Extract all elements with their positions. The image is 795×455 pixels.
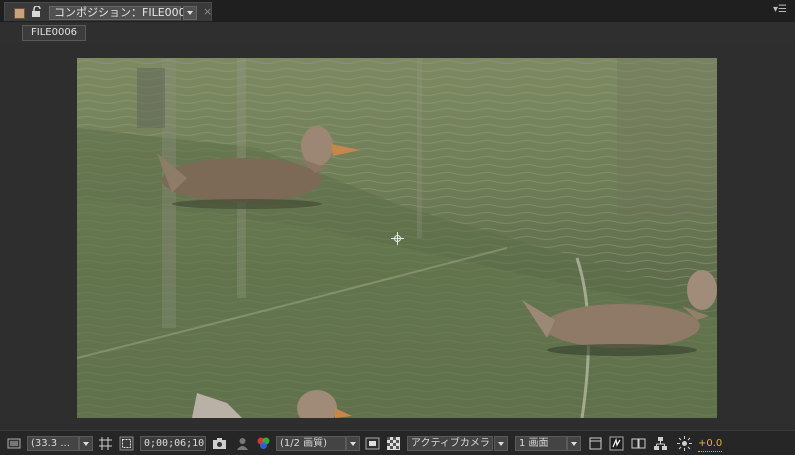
snapshot-icon[interactable]	[212, 436, 227, 451]
panel-menu-icon[interactable]: ▾☰	[773, 5, 787, 15]
label-color-swatch[interactable]	[14, 8, 25, 19]
transparency-grid-icon[interactable]	[386, 436, 401, 451]
show-snapshot-icon[interactable]	[235, 436, 250, 451]
panel-tab-bar: コンポジション：FILE0006 × ▾☰	[0, 0, 795, 23]
tab-title[interactable]: コンポジション：FILE0006	[49, 6, 193, 20]
camera-dropdown[interactable]: アクティブカメラ	[407, 436, 493, 451]
camera-dropdown-arrow-icon[interactable]	[494, 436, 508, 451]
comp-breadcrumb-tab[interactable]: FILE0006	[22, 25, 87, 41]
pixel-aspect-icon[interactable]	[588, 436, 603, 451]
resolution-dropdown[interactable]: (1/2 画質)	[276, 436, 346, 451]
fast-preview-icon[interactable]	[365, 436, 380, 451]
always-preview-icon[interactable]	[7, 436, 22, 451]
exposure-value[interactable]: +0.0	[698, 436, 723, 452]
composition-tab[interactable]: コンポジション：FILE0006 ×	[4, 2, 212, 21]
magnification-dropdown[interactable]: (33.3 ...	[27, 436, 79, 451]
view-layout-dropdown-arrow-icon[interactable]	[567, 436, 581, 451]
view-layout-dropdown[interactable]: 1 画面	[515, 436, 567, 451]
comp-flowchart-icon[interactable]	[631, 436, 646, 451]
region-of-interest-icon[interactable]	[119, 436, 134, 451]
viewer-toolbar: (33.3 ... 0;00;06;10 (1/2 画質) アクティブカメラ 1…	[0, 430, 795, 455]
color-channel-icon[interactable]	[256, 436, 271, 451]
reset-exposure-icon[interactable]	[677, 436, 692, 451]
timeline-icon[interactable]	[609, 436, 624, 451]
resolution-dropdown-arrow-icon[interactable]	[346, 436, 360, 451]
magnification-dropdown-arrow-icon[interactable]	[79, 436, 93, 451]
panel-lock-icon[interactable]	[31, 6, 43, 18]
comp-navigator-bar	[0, 22, 795, 44]
current-time-field[interactable]: 0;00;06;10	[140, 436, 206, 451]
grid-guide-icon[interactable]	[98, 436, 113, 451]
flowchart-icon[interactable]	[653, 436, 668, 451]
close-icon[interactable]: ×	[203, 6, 212, 18]
composition-panel: コンポジション：FILE0006 × ▾☰ FILE0006 (33.3 ...…	[0, 0, 795, 455]
tab-dropdown-icon[interactable]	[183, 6, 197, 20]
anchor-crosshair-icon	[391, 232, 404, 245]
